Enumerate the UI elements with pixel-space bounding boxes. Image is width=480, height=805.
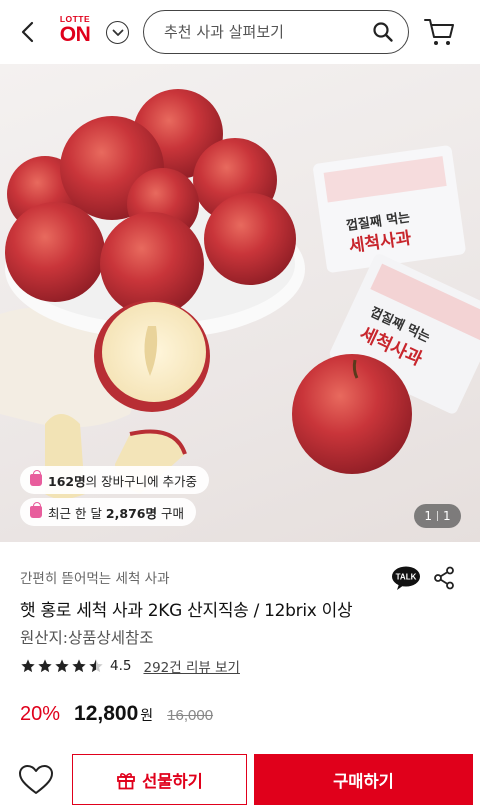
currency-unit: 원 [140,708,154,724]
rating-score: 4.5 [110,658,132,674]
cart-activity-badge: 162명 의 장바구니에 추가중 [20,466,210,494]
counter-divider [437,511,438,521]
logo-main-text: ON [59,23,91,46]
review-link[interactable]: 292건 리뷰 보기 [143,656,239,676]
gift-icon [117,772,136,789]
gift-button[interactable]: 선물하기 [72,754,247,805]
svg-text:TALK: TALK [396,573,417,582]
star-rating [20,658,104,674]
image-total-count: 1 [443,509,451,523]
star-icon [21,659,35,673]
monthly-purchase-suffix: 구매 [156,505,184,521]
heart-icon[interactable] [18,764,54,796]
chevron-down-icon [112,29,123,36]
star-icon [55,659,69,673]
gift-button-label: 선물하기 [142,771,203,791]
product-origin: 원산지:상품상세참조 [20,629,154,647]
half-star-icon [89,659,103,673]
cart-activity-text: 의 장바구니에 추가중 [85,473,198,489]
search-input[interactable] [164,21,364,43]
monthly-purchase-count: 2,876명 [105,505,157,521]
shopping-bag-icon [30,502,42,518]
sale-price: 12,800 [74,702,139,725]
star-icon [72,659,86,673]
monthly-purchase-badge: 최근 한 달 2,876명 구매 [20,498,196,526]
bottom-action-bar: 선물하기 구매하기 [0,752,480,805]
cart-icon[interactable] [424,17,456,47]
original-price: 16,000 [167,707,214,724]
product-title: 햇 홍로 세척 사과 2KG 산지직송 / 12brix 이상 [20,601,353,621]
shopping-bag-icon [30,470,42,486]
talk-chat-icon[interactable]: TALK [391,566,421,590]
star-icon [38,659,52,673]
image-page-counter: 1 1 [414,504,461,528]
cart-count: 162명 [48,473,86,489]
rating-row: 4.5 292건 리뷰 보기 [20,656,240,676]
product-subtitle: 간편히 뜯어먹는 세척 사과 [20,571,170,587]
discount-rate: 20% [20,703,61,725]
buy-button[interactable]: 구매하기 [254,754,473,805]
top-header: LOTTE ON [0,0,480,64]
monthly-purchase-prefix: 최근 한 달 [48,505,106,521]
image-current-index: 1 [424,509,432,523]
share-icon[interactable] [433,566,455,590]
back-arrow-icon[interactable] [14,18,42,46]
search-box[interactable] [143,10,409,54]
buy-button-label: 구매하기 [333,771,394,791]
search-icon[interactable] [372,21,394,43]
product-image[interactable]: 껍질째 먹는 세척사과 껍질째 먹는 세척사과 162명 의 장바구니에 추가중… [0,64,480,542]
price-row: 20% 12,800 원 16,000 [20,702,213,730]
lotte-on-logo[interactable]: LOTTE ON [54,14,96,50]
menu-dropdown-button[interactable] [106,21,129,44]
